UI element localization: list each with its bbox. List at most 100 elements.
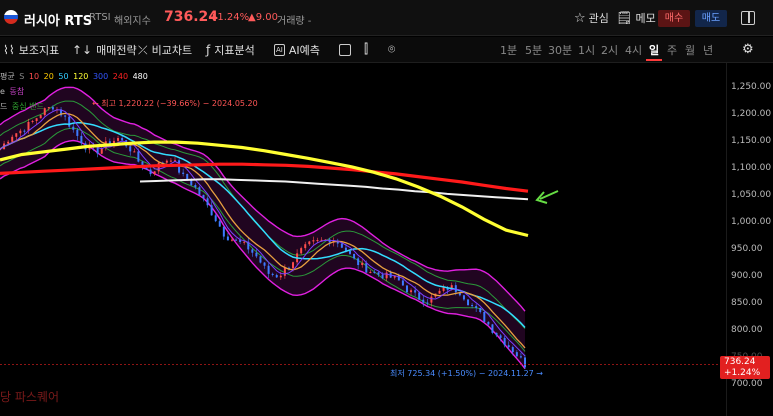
indicators-button[interactable]: ⌇⌇ 보조지표 <box>3 42 59 58</box>
candle-body <box>467 299 470 306</box>
timeframe-day[interactable]: 일 <box>649 42 659 58</box>
candle-body <box>271 273 274 275</box>
candle-body <box>51 107 54 110</box>
ma-period-50: 50 <box>58 72 69 81</box>
candle-body <box>251 249 254 253</box>
candle-body <box>483 311 486 322</box>
candle-body <box>369 272 372 274</box>
candle-body <box>210 205 213 216</box>
star-icon: ☆ <box>574 10 586 26</box>
timeframe-4h[interactable]: 4시 <box>625 42 642 58</box>
candle-body <box>39 115 42 119</box>
drawing-box-icon[interactable] <box>339 44 351 56</box>
low-annotation: 최저 725.34 (+1.50%) − 2024.11.27 → <box>390 369 543 378</box>
candle-body <box>243 241 246 243</box>
timeframe-week[interactable]: 주 <box>667 42 677 58</box>
candle-body <box>491 324 494 333</box>
chart-canvas[interactable] <box>0 63 726 416</box>
analysis-label: 지표분석 <box>214 44 255 57</box>
candle-body <box>471 305 474 307</box>
strategy-button[interactable]: ↑↓ 매매전략 <box>72 42 137 58</box>
y-tick: 850.00 <box>731 298 763 308</box>
candle-body <box>292 262 295 269</box>
candle-body <box>511 347 514 353</box>
candle-body <box>524 357 526 368</box>
candle-body <box>279 275 282 278</box>
timeframe-year[interactable]: 년 <box>703 42 713 58</box>
candle-body <box>31 121 34 123</box>
instrument-title[interactable]: 러시아 RTS <box>24 10 92 29</box>
candle-body <box>19 130 22 134</box>
buy-button[interactable]: 매수 <box>658 10 690 27</box>
compare-button[interactable]: ⤫ 비교차트 <box>138 42 192 58</box>
sell-button[interactable]: 매도 <box>695 10 727 27</box>
ma-legend-title: 평균 <box>0 72 15 81</box>
watch-button[interactable]: ☆ 관심 <box>574 7 609 29</box>
timeframe-1h[interactable]: 1시 <box>578 42 595 58</box>
ma-legend-label: S <box>19 72 25 81</box>
candle-body <box>11 136 14 142</box>
timeframe-2h[interactable]: 2시 <box>601 42 618 58</box>
split-layout-icon[interactable] <box>741 11 755 25</box>
candle-body <box>259 256 262 263</box>
camera-icon[interactable]: ⌾ <box>388 42 395 57</box>
candle-body <box>283 267 286 276</box>
candle-body <box>373 272 376 274</box>
timeframe-month[interactable]: 월 <box>685 42 695 58</box>
candle-body <box>495 332 498 336</box>
candle-body <box>137 151 140 162</box>
timeframe-5m[interactable]: 5분 <box>525 42 542 58</box>
y-tick: 1,250.00 <box>731 82 772 92</box>
ma-period-120: 120 <box>73 72 89 81</box>
memo-button[interactable]: 🗒 메모 <box>616 7 656 29</box>
last-price-value: 736.24 <box>724 357 756 367</box>
compare-icon: ⤫ <box>138 42 148 57</box>
candle-body <box>479 307 482 312</box>
envelope-legend-prefix: e <box>0 87 5 96</box>
candle-body <box>381 274 384 279</box>
y-tick: 1,150.00 <box>731 136 772 146</box>
band-legend[interactable]: 드 중심 밴드 <box>0 101 46 112</box>
candle-body <box>149 169 152 175</box>
candle-body <box>169 160 172 162</box>
active-timeframe-indicator <box>646 59 662 61</box>
candle-body <box>235 239 238 241</box>
candle-body <box>365 262 368 273</box>
candle-body <box>487 321 490 325</box>
last-price-percent: +1.24% <box>724 368 761 378</box>
ai-prediction-button[interactable]: AI AI예측 <box>274 42 320 58</box>
indicator-icon: ⌇⌇ <box>3 43 15 57</box>
candle-body <box>308 241 311 245</box>
ma-period-300: 300 <box>92 72 109 81</box>
y-tick: 1,000.00 <box>731 217 772 227</box>
candle-body <box>117 138 120 141</box>
candle-body <box>312 240 315 242</box>
analysis-button[interactable]: ƒ 지표분석 <box>206 42 255 58</box>
candle-body <box>121 138 124 141</box>
y-tick: 1,100.00 <box>731 163 772 173</box>
timeframe-30m[interactable]: 30분 <box>548 42 572 58</box>
ai-prediction-label: AI예측 <box>288 44 320 57</box>
russia-flag-icon <box>4 10 18 24</box>
ma-legend[interactable]: 평균 S 10 20 50 120 300 240 480 <box>0 71 150 82</box>
candle-body <box>385 272 388 279</box>
candle-body <box>361 262 364 266</box>
candle-body <box>405 285 408 293</box>
envelope-legend[interactable]: e 동참 <box>0 86 26 97</box>
candle-body <box>462 295 465 300</box>
candle-body <box>214 215 217 222</box>
candle-body <box>165 160 168 163</box>
candle-body <box>7 141 10 144</box>
timeframe-1m[interactable]: 1분 <box>500 42 517 58</box>
candle-body <box>230 239 233 241</box>
analysis-icon: ƒ <box>206 43 211 57</box>
ma240-line <box>0 162 529 193</box>
price-chart[interactable] <box>0 63 726 416</box>
candle-body <box>426 302 429 304</box>
candle-style-icon[interactable]: ⫿ <box>364 42 368 57</box>
settings-gear-icon[interactable]: ⚙ <box>742 42 754 57</box>
candle-body <box>15 133 18 137</box>
y-tick: 1,050.00 <box>731 190 772 200</box>
candle-body <box>23 130 26 132</box>
candle-body <box>194 185 197 188</box>
